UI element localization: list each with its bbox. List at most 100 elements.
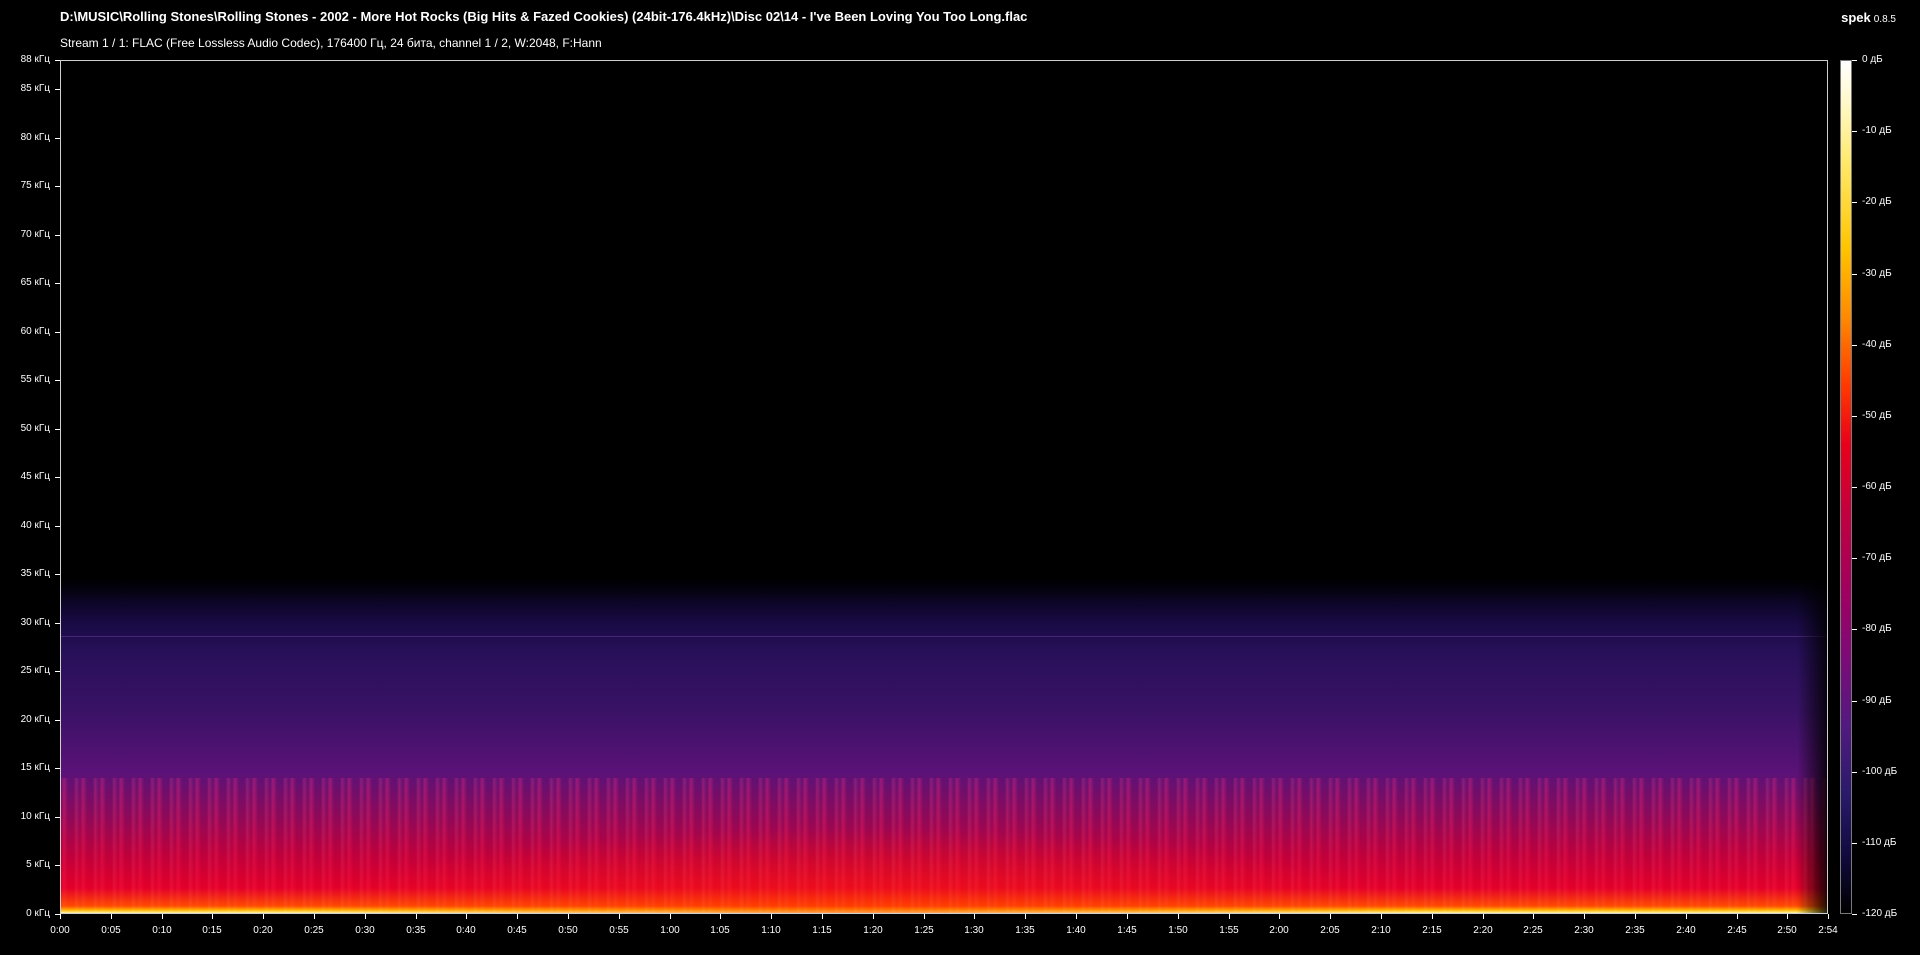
db-tick <box>1852 274 1857 275</box>
frequency-tick <box>55 186 60 187</box>
time-tick-label: 1:00 <box>660 925 680 936</box>
db-colorbar <box>1840 60 1852 914</box>
time-tick <box>416 914 417 919</box>
frequency-tick-label: 5 кГц <box>26 859 50 870</box>
frequency-tick <box>55 671 60 672</box>
time-tick-label: 2:54 <box>1818 925 1838 936</box>
frequency-tick <box>55 817 60 818</box>
time-tick-label: 2:20 <box>1473 925 1493 936</box>
frequency-tick-label: 40 кГц <box>20 520 50 531</box>
time-tick <box>1229 914 1230 919</box>
db-tick-label: -20 дБ <box>1862 196 1892 207</box>
spectrogram-fadeout <box>1797 61 1827 913</box>
time-tick-label: 2:00 <box>1269 925 1289 936</box>
time-tick <box>314 914 315 919</box>
time-tick-label: 2:30 <box>1574 925 1594 936</box>
time-tick <box>1828 914 1829 919</box>
frequency-tick-label: 70 кГц <box>20 229 50 240</box>
time-tick <box>720 914 721 919</box>
frequency-tick-label: 75 кГц <box>20 180 50 191</box>
time-tick <box>771 914 772 919</box>
frequency-tick-label: 88 кГц <box>20 54 50 65</box>
db-tick-label: -90 дБ <box>1862 695 1892 706</box>
time-tick-label: 1:45 <box>1117 925 1137 936</box>
time-tick-label: 0:30 <box>355 925 375 936</box>
frequency-tick <box>55 768 60 769</box>
time-tick <box>1533 914 1534 919</box>
spectral-line <box>61 636 1827 637</box>
time-tick <box>1381 914 1382 919</box>
db-tick-label: -10 дБ <box>1862 125 1892 136</box>
frequency-tick-label: 25 кГц <box>20 665 50 676</box>
db-tick-label: -40 дБ <box>1862 339 1892 350</box>
frequency-tick-label: 0 кГц <box>26 908 50 919</box>
time-tick <box>1279 914 1280 919</box>
file-path-title: D:\MUSIC\Rolling Stones\Rolling Stones -… <box>60 9 1028 24</box>
time-tick-label: 2:40 <box>1676 925 1696 936</box>
time-tick <box>619 914 620 919</box>
frequency-tick-label: 85 кГц <box>20 83 50 94</box>
time-tick-label: 1:05 <box>710 925 730 936</box>
db-tick <box>1852 701 1857 702</box>
time-tick <box>1127 914 1128 919</box>
time-tick <box>924 914 925 919</box>
time-tick-label: 2:35 <box>1625 925 1645 936</box>
db-tick <box>1852 416 1857 417</box>
time-tick <box>1076 914 1077 919</box>
time-tick-label: 2:50 <box>1777 925 1797 936</box>
time-tick <box>466 914 467 919</box>
time-tick-label: 1:40 <box>1066 925 1086 936</box>
time-tick-label: 2:15 <box>1422 925 1442 936</box>
frequency-tick <box>55 89 60 90</box>
app-name: spek <box>1841 10 1871 25</box>
time-tick-label: 1:50 <box>1168 925 1188 936</box>
frequency-tick <box>55 429 60 430</box>
frequency-tick-label: 10 кГц <box>20 811 50 822</box>
frequency-tick <box>55 332 60 333</box>
time-tick <box>111 914 112 919</box>
db-tick <box>1852 914 1857 915</box>
time-tick <box>1025 914 1026 919</box>
time-tick-label: 0:25 <box>304 925 324 936</box>
time-tick-label: 0:55 <box>609 925 629 936</box>
time-tick-label: 1:55 <box>1219 925 1239 936</box>
time-tick-label: 2:45 <box>1727 925 1747 936</box>
frequency-tick <box>55 526 60 527</box>
time-tick <box>212 914 213 919</box>
spectrogram-transients <box>61 778 1827 913</box>
app-version: 0.8.5 <box>1873 14 1896 25</box>
spectrogram-plot[interactable] <box>60 60 1828 914</box>
time-tick <box>517 914 518 919</box>
db-tick-label: -60 дБ <box>1862 481 1892 492</box>
frequency-tick <box>55 380 60 381</box>
db-tick <box>1852 843 1857 844</box>
time-tick <box>1432 914 1433 919</box>
time-tick <box>365 914 366 919</box>
time-tick-label: 1:25 <box>914 925 934 936</box>
time-tick-label: 1:10 <box>761 925 781 936</box>
frequency-tick-label: 55 кГц <box>20 374 50 385</box>
db-tick <box>1852 202 1857 203</box>
frequency-tick-label: 30 кГц <box>20 617 50 628</box>
time-tick-label: 0:05 <box>101 925 121 936</box>
db-tick-label: 0 дБ <box>1862 54 1883 65</box>
time-tick-label: 0:45 <box>507 925 527 936</box>
time-tick <box>822 914 823 919</box>
frequency-tick-label: 20 кГц <box>20 714 50 725</box>
time-tick <box>1635 914 1636 919</box>
time-tick-label: 2:05 <box>1320 925 1340 936</box>
frequency-tick-label: 50 кГц <box>20 423 50 434</box>
db-tick <box>1852 558 1857 559</box>
spek-window: D:\MUSIC\Rolling Stones\Rolling Stones -… <box>0 0 1920 955</box>
time-tick-label: 0:15 <box>202 925 222 936</box>
db-tick <box>1852 131 1857 132</box>
frequency-tick-label: 60 кГц <box>20 326 50 337</box>
frequency-tick <box>55 235 60 236</box>
db-tick-label: -70 дБ <box>1862 552 1892 563</box>
time-tick <box>263 914 264 919</box>
time-tick <box>1787 914 1788 919</box>
db-tick-label: -30 дБ <box>1862 268 1892 279</box>
frequency-tick <box>55 865 60 866</box>
time-tick <box>1584 914 1585 919</box>
db-tick-label: -100 дБ <box>1862 766 1898 777</box>
